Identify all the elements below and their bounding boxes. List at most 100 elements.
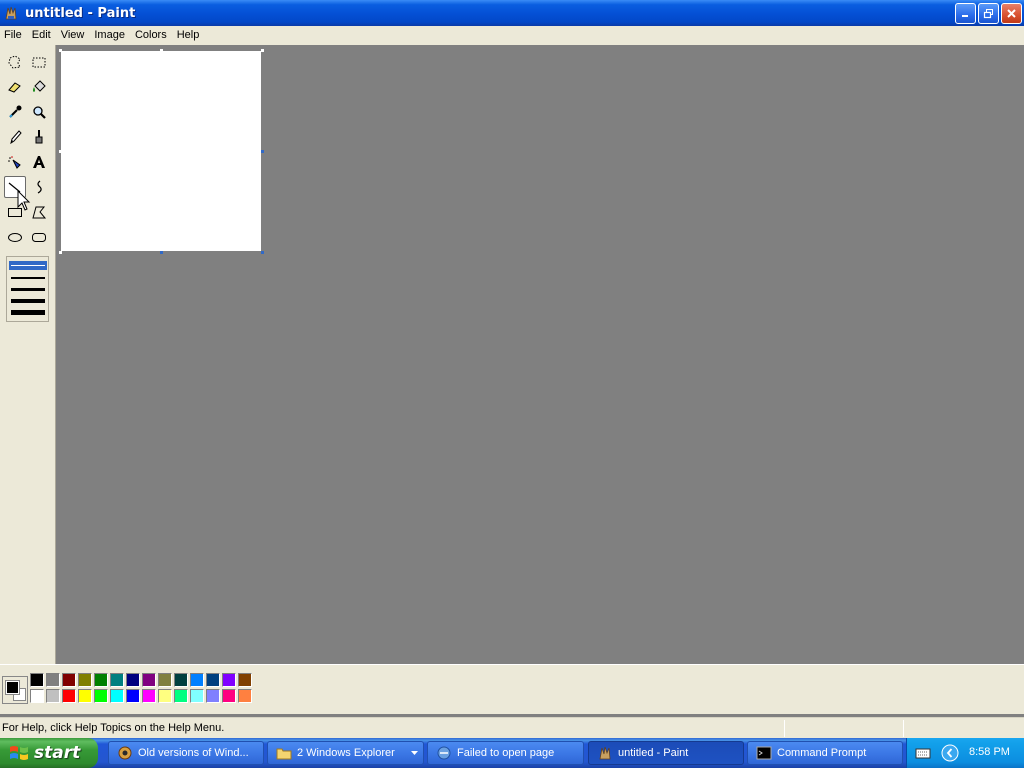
color-swatch[interactable] — [206, 673, 220, 687]
color-swatch[interactable] — [238, 673, 252, 687]
tool-ellipse[interactable] — [4, 226, 26, 248]
color-swatch[interactable] — [126, 689, 140, 703]
color-swatch[interactable] — [206, 689, 220, 703]
chevron-down-icon — [411, 751, 418, 755]
close-button[interactable] — [1001, 3, 1022, 24]
tool-polygon[interactable] — [28, 201, 50, 223]
drawing-canvas[interactable] — [61, 51, 261, 251]
line-width-picker — [6, 256, 49, 322]
menu-help[interactable]: Help — [172, 26, 205, 45]
color-swatch[interactable] — [94, 673, 108, 687]
resize-handle-bottom-right[interactable] — [261, 251, 264, 254]
taskbar-item-untitled-paint[interactable]: untitled - Paint — [588, 741, 744, 765]
tool-select[interactable] — [28, 51, 50, 73]
foreground-color — [5, 680, 20, 695]
color-swatch[interactable] — [158, 673, 172, 687]
menu-view[interactable]: View — [56, 26, 90, 45]
restore-icon — [983, 9, 993, 19]
windows-logo-icon — [10, 746, 28, 760]
taskbar-item-command-prompt[interactable]: Command Prompt — [747, 741, 903, 765]
status-bar: For Help, click Help Topics on the Help … — [0, 717, 1024, 738]
color-swatch[interactable] — [94, 689, 108, 703]
color-swatch[interactable] — [110, 673, 124, 687]
tool-text[interactable] — [28, 151, 50, 173]
start-label: start — [34, 743, 81, 763]
browser-icon — [118, 746, 132, 760]
ie-icon — [437, 746, 451, 760]
color-swatch[interactable] — [62, 673, 76, 687]
mouse-cursor-icon — [17, 190, 31, 211]
color-swatch[interactable] — [174, 689, 188, 703]
color-swatch[interactable] — [30, 689, 44, 703]
color-swatch[interactable] — [46, 673, 60, 687]
color-swatch[interactable] — [110, 689, 124, 703]
color-swatch[interactable] — [46, 689, 60, 703]
tool-fill-with-color[interactable] — [28, 76, 50, 98]
workspace — [57, 45, 1024, 664]
show-hidden-icons-chevron-icon[interactable] — [941, 744, 959, 762]
color-swatch[interactable] — [158, 689, 172, 703]
eyedropper-icon — [9, 105, 22, 118]
start-button[interactable]: start — [0, 738, 98, 768]
menu-bar: File Edit View Image Colors Help — [0, 26, 1024, 45]
line-width-3[interactable] — [11, 288, 45, 291]
rounded-rectangle-icon — [32, 233, 46, 242]
window-title: untitled - Paint — [25, 5, 136, 21]
color-swatch[interactable] — [30, 673, 44, 687]
color-swatch[interactable] — [78, 689, 92, 703]
tool-curve[interactable] — [28, 176, 50, 198]
menu-image[interactable]: Image — [89, 26, 130, 45]
color-swatch[interactable] — [222, 673, 236, 687]
tool-pencil[interactable] — [4, 126, 26, 148]
eraser-icon — [8, 82, 21, 93]
tool-magnifier[interactable] — [28, 101, 50, 123]
line-width-5[interactable] — [11, 310, 45, 315]
free-form-select-icon — [8, 55, 21, 69]
tool-free-form-select[interactable] — [4, 51, 26, 73]
resize-handle-top-left — [59, 49, 62, 52]
resize-handle-right[interactable] — [261, 150, 264, 153]
minimize-icon — [962, 15, 968, 17]
select-icon — [32, 57, 46, 68]
menu-file[interactable]: File — [0, 26, 27, 45]
line-width-1[interactable] — [11, 265, 45, 266]
title-bar[interactable]: untitled - Paint — [0, 0, 1024, 26]
keyboard-icon[interactable] — [915, 746, 931, 760]
color-swatch[interactable] — [142, 673, 156, 687]
taskbar-item-label: 2 Windows Explorer — [297, 747, 395, 759]
menu-colors[interactable]: Colors — [130, 26, 172, 45]
tool-airbrush[interactable] — [4, 151, 26, 173]
color-swatch[interactable] — [62, 689, 76, 703]
taskbar-item-windows-explorer[interactable]: 2 Windows Explorer — [267, 741, 424, 765]
color-swatch[interactable] — [190, 689, 204, 703]
restore-button[interactable] — [978, 3, 999, 24]
system-tray: 8:58 PM — [906, 738, 1024, 768]
polygon-icon — [32, 206, 47, 219]
line-width-4[interactable] — [11, 299, 45, 303]
color-swatch[interactable] — [126, 673, 140, 687]
color-swatch[interactable] — [190, 673, 204, 687]
ellipse-icon — [8, 233, 22, 242]
color-swatch[interactable] — [222, 689, 236, 703]
cmd-icon — [756, 746, 772, 760]
tool-rounded-rectangle[interactable] — [28, 226, 50, 248]
clock: 8:58 PM — [969, 746, 1010, 758]
menu-edit[interactable]: Edit — [27, 26, 56, 45]
current-colors[interactable] — [2, 676, 28, 704]
taskbar-item-label: Failed to open page — [457, 747, 555, 759]
color-swatch[interactable] — [78, 673, 92, 687]
curve-icon — [37, 180, 42, 194]
status-separator — [784, 720, 785, 737]
color-swatch[interactable] — [238, 689, 252, 703]
tool-pick-color[interactable] — [4, 101, 26, 123]
line-width-2[interactable] — [11, 277, 45, 279]
taskbar-item-failed-to-open-page[interactable]: Failed to open page — [427, 741, 584, 765]
resize-handle-bottom[interactable] — [160, 251, 163, 254]
minimize-button[interactable] — [955, 3, 976, 24]
color-swatch[interactable] — [174, 673, 188, 687]
taskbar-item-old-versions[interactable]: Old versions of Wind... — [108, 741, 264, 765]
airbrush-icon — [8, 156, 21, 169]
tool-brush[interactable] — [28, 126, 50, 148]
tool-eraser[interactable] — [4, 76, 26, 98]
color-swatch[interactable] — [142, 689, 156, 703]
